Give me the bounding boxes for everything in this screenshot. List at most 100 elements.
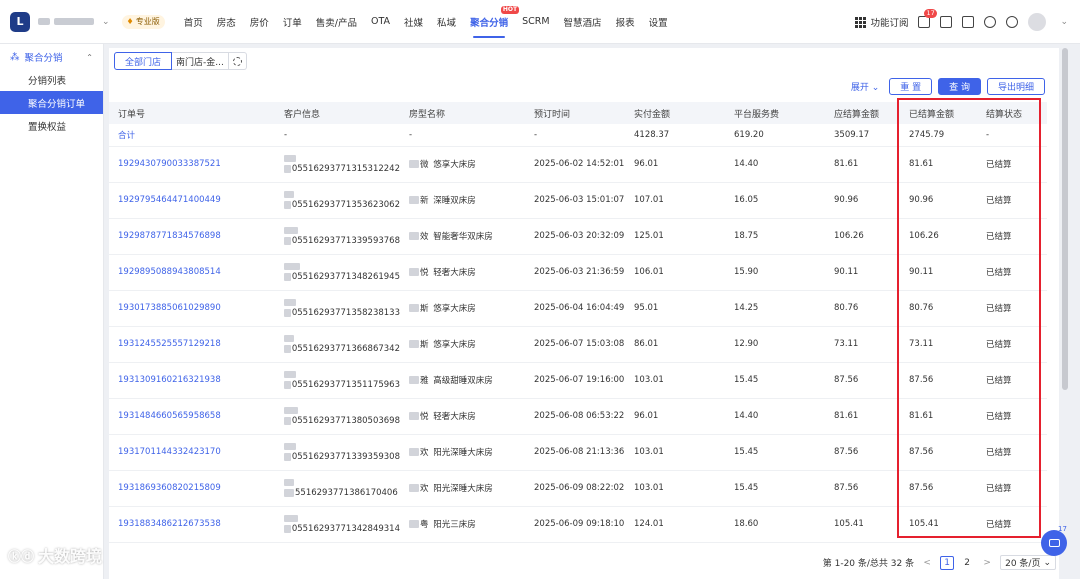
room-name: 智能奢华双床房 bbox=[433, 232, 493, 242]
summary-time: - bbox=[525, 124, 625, 147]
order-number-link[interactable]: 1931701144332423170 bbox=[109, 434, 275, 471]
nav-scrm[interactable]: SCRM bbox=[515, 0, 556, 44]
order-number-link[interactable]: 1929795464471400449 bbox=[109, 182, 275, 219]
settle-status: 已结算 bbox=[977, 506, 1047, 543]
settled-amount: 106.26 bbox=[900, 218, 977, 255]
customer-phone: 05516293771366867342 bbox=[291, 343, 400, 354]
order-number-link[interactable]: 1931883486212673538 bbox=[109, 506, 275, 543]
booking-time: 2025-06-07 15:03:08 bbox=[525, 326, 625, 363]
edit-icon[interactable] bbox=[962, 16, 975, 28]
settled-amount: 81.61 bbox=[900, 146, 977, 183]
order-number-link[interactable]: 1929895088943808514 bbox=[109, 254, 275, 291]
customer-phone: 5516293771386170406 bbox=[295, 487, 398, 498]
customer-service-button[interactable] bbox=[1041, 530, 1067, 556]
phone-prefix-redacted bbox=[284, 524, 291, 533]
nav-orders[interactable]: 订单 bbox=[276, 0, 309, 44]
table-row: 1931484660565958658 05516293771380503698… bbox=[109, 398, 1047, 435]
nav-home[interactable]: 首页 bbox=[177, 0, 210, 44]
headset-icon[interactable] bbox=[984, 16, 997, 28]
order-number-link[interactable]: 1931309160216321938 bbox=[109, 362, 275, 399]
room-prefix: 雅 bbox=[420, 376, 429, 386]
sidebar-group-distribution[interactable]: ⁂ 聚合分销 ⌃ bbox=[0, 46, 103, 68]
order-number-link[interactable]: 1931245525557129218 bbox=[109, 326, 275, 363]
nav-distribution[interactable]: 聚合分销 HOT bbox=[463, 0, 520, 44]
phone-prefix-redacted bbox=[284, 236, 291, 245]
order-number-link[interactable]: 1929430790033387521 bbox=[109, 146, 275, 183]
summary-due: 3509.17 bbox=[825, 124, 900, 147]
query-button[interactable]: 查 询 bbox=[938, 78, 981, 95]
store-settings-button[interactable] bbox=[229, 52, 248, 70]
export-details-button[interactable]: 导出明细 bbox=[986, 78, 1045, 95]
table-row: 1931309160216321938 05516293771351175963… bbox=[109, 362, 1047, 399]
nav-settings[interactable]: 设置 bbox=[642, 0, 675, 44]
store-tab-all[interactable]: 全部门店 bbox=[114, 52, 173, 70]
phone-prefix-redacted bbox=[284, 488, 294, 497]
customer-name-redacted bbox=[284, 190, 294, 198]
page-2-button[interactable]: 2 bbox=[960, 556, 974, 570]
sidebar-item-distribution-list[interactable]: 分销列表 bbox=[0, 68, 103, 91]
nav-smart-hotel[interactable]: 智慧酒店 bbox=[557, 0, 609, 44]
room-prefix: 斯 bbox=[420, 304, 429, 314]
paid-amount: 95.01 bbox=[625, 290, 725, 327]
phone-prefix-redacted bbox=[284, 308, 291, 317]
page-size-select[interactable]: 20 条/页 ⌄ bbox=[1000, 555, 1056, 570]
nav-products[interactable]: 售卖/产品 bbox=[309, 0, 364, 44]
platform-fee: 15.45 bbox=[725, 470, 825, 507]
customer-name-redacted bbox=[284, 478, 294, 486]
due-amount: 87.56 bbox=[825, 470, 900, 507]
order-number-link[interactable]: 1931484660565958658 bbox=[109, 398, 275, 435]
message-icon[interactable]: 17 bbox=[918, 9, 937, 28]
paid-amount: 106.01 bbox=[625, 254, 725, 291]
table-row: 1931245525557129218 05516293771366867342… bbox=[109, 326, 1047, 363]
function-subscribe[interactable]: 功能订阅 bbox=[855, 15, 908, 29]
prev-page-button[interactable]: < bbox=[920, 556, 934, 570]
app-logo[interactable]: L bbox=[10, 11, 30, 32]
user-avatar[interactable] bbox=[1028, 13, 1047, 31]
hotel-name-redacted bbox=[409, 412, 419, 420]
vertical-scrollbar[interactable] bbox=[1062, 48, 1068, 390]
sidebar-item-distribution-orders[interactable]: 聚合分销订单 bbox=[0, 91, 103, 114]
room-prefix: 斯 bbox=[420, 340, 429, 350]
due-amount: 80.76 bbox=[825, 290, 900, 327]
pro-badge: ♦ 专业版 bbox=[121, 14, 165, 29]
room-type: 斯 悠享大床房 bbox=[400, 326, 525, 363]
customer-name-redacted bbox=[284, 442, 296, 450]
room-prefix: 粤 bbox=[420, 520, 429, 530]
reset-button[interactable]: 重 置 bbox=[889, 78, 933, 95]
table-header-row: 订单号 客户信息 房型名称 预订时间 实付金额 平台服务费 应结算金额 已结算金… bbox=[109, 102, 1047, 124]
nav-private-domain[interactable]: 私域 bbox=[430, 0, 463, 44]
nav-ota[interactable]: OTA bbox=[364, 0, 397, 44]
order-number-link[interactable]: 1929878771834576898 bbox=[109, 218, 275, 255]
nav-room-price[interactable]: 房价 bbox=[243, 0, 276, 44]
nav-reports[interactable]: 报表 bbox=[609, 0, 642, 44]
org-switcher[interactable]: ⌄ bbox=[38, 17, 110, 27]
room-name: 悠享大床房 bbox=[433, 160, 476, 170]
download-icon[interactable] bbox=[940, 16, 953, 28]
due-amount: 105.41 bbox=[825, 506, 900, 543]
room-prefix: 悦 bbox=[420, 412, 429, 422]
customer-info: 05516293771339359308 bbox=[275, 434, 400, 471]
store-tab-south-gate[interactable]: 南门店-金... bbox=[172, 52, 230, 70]
booking-time: 2025-06-07 19:16:00 bbox=[525, 362, 625, 399]
platform-fee: 14.40 bbox=[725, 398, 825, 435]
sidebar-item-exchange-rights[interactable]: 置换权益 bbox=[0, 114, 103, 137]
customer-name-redacted bbox=[284, 334, 294, 342]
room-type: 欢 阳光深睡大床房 bbox=[400, 470, 525, 507]
settled-amount: 87.56 bbox=[900, 434, 977, 471]
chat-count-badge: 17 bbox=[1058, 525, 1067, 533]
nav-social[interactable]: 社媒 bbox=[397, 0, 430, 44]
paid-amount: 96.01 bbox=[625, 146, 725, 183]
next-page-button[interactable]: > bbox=[980, 556, 994, 570]
page-1-button[interactable]: 1 bbox=[940, 555, 955, 570]
nav-room-status[interactable]: 房态 bbox=[210, 0, 243, 44]
col-customer: 客户信息 bbox=[275, 102, 400, 124]
chevron-down-icon[interactable]: ⌄ bbox=[1060, 17, 1068, 27]
bell-icon[interactable] bbox=[1006, 16, 1019, 28]
expand-filters-link[interactable]: 展开 ⌄ bbox=[851, 80, 879, 93]
gear-icon bbox=[233, 56, 243, 66]
order-number-link[interactable]: 1931869360820215809 bbox=[109, 470, 275, 507]
watermark-logo-icon: ⓚⓓ bbox=[8, 549, 35, 565]
order-number-link[interactable]: 1930173885061029890 bbox=[109, 290, 275, 327]
settle-status: 已结算 bbox=[977, 326, 1047, 363]
watermark: ⓚⓓ 大数跨境 bbox=[8, 547, 103, 566]
